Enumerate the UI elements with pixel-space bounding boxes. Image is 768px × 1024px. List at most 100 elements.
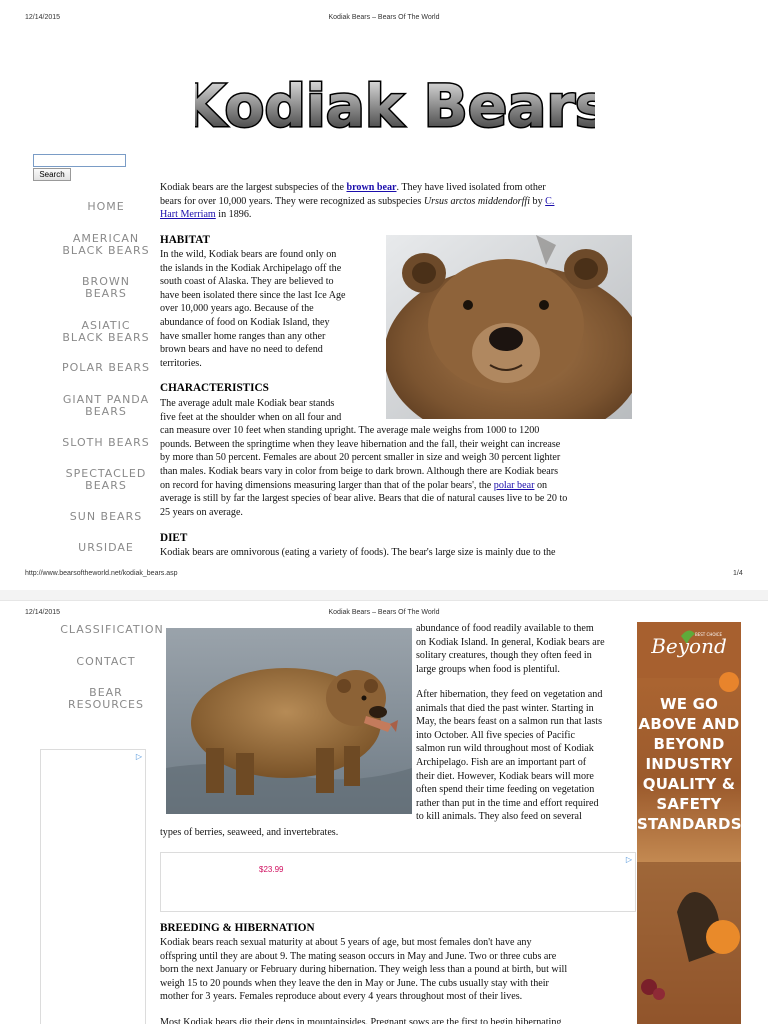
text-line: born the next January or February during… bbox=[160, 964, 568, 976]
nav-label-line: BEARS bbox=[85, 405, 127, 418]
nav-american-black-bears[interactable]: AMERICAN BLACK BEARS bbox=[55, 233, 157, 257]
text-line: to kill animals. They also feed on sever… bbox=[416, 811, 582, 823]
text-line: After hibernation, they feed on vegetati… bbox=[416, 689, 603, 700]
diet-paragraph-2: After hibernation, they feed on vegetati… bbox=[416, 688, 641, 824]
nav-home[interactable]: HOME bbox=[60, 201, 152, 213]
text-line: five feet at the shoulder when on all fo… bbox=[160, 411, 342, 423]
text-line: salmon run wild throughout most of Kodia… bbox=[416, 743, 594, 755]
ad-line: INDUSTRY bbox=[645, 755, 733, 773]
text-line: Kodiak bears reach sexual maturity at ab… bbox=[160, 937, 532, 948]
text-line: abundance of food on Kodiak Island, they bbox=[160, 316, 330, 328]
habitat-heading: HABITAT bbox=[160, 234, 210, 246]
text-line: animals that died the past winter. Start… bbox=[416, 702, 594, 714]
search-button[interactable]: Search bbox=[33, 168, 71, 181]
print-footer-page: 1/4 bbox=[733, 570, 743, 577]
ad-headline: WE GO ABOVE AND BEYOND INDUSTRY QUALITY … bbox=[637, 694, 741, 834]
text-line: offspring until they are about 9. The ma… bbox=[160, 950, 557, 962]
text-line: often spend their time feeding on vegeta… bbox=[416, 784, 595, 796]
pdf-page-2: 12/14/2015 Kodiak Bears – Bears Of The W… bbox=[0, 600, 768, 1024]
text-line: pounds. Between the springtime when they… bbox=[160, 438, 561, 450]
adchoices-icon[interactable]: ▷ bbox=[626, 855, 632, 864]
text-line: have smaller home ranges than any other bbox=[160, 330, 326, 342]
nav-label-line: BEARS bbox=[85, 479, 127, 492]
text-line: In the wild, Kodiak bears are found only… bbox=[160, 249, 337, 260]
text-line: 25 years on average. bbox=[160, 506, 243, 518]
nav-label-line: BLACK BEARS bbox=[62, 244, 150, 257]
ad-line: QUALITY & bbox=[642, 775, 736, 793]
nav-polar-bears[interactable]: POLAR BEARS bbox=[55, 362, 157, 374]
text-line: rather than put in the time and effort r… bbox=[416, 797, 599, 809]
logo-text: Kodiak Bears bbox=[195, 72, 595, 140]
nav-label-line: BEARS bbox=[85, 287, 127, 300]
ad-price[interactable]: $23.99 bbox=[259, 865, 283, 874]
nav-contact[interactable]: CONTACT bbox=[60, 656, 152, 668]
nav-classification[interactable]: CLASSIFICATION bbox=[52, 624, 172, 636]
breeding-heading: BREEDING & HIBERNATION bbox=[160, 922, 315, 934]
text-line: on Kodiak Island. In general, Kodiak bea… bbox=[416, 636, 605, 648]
nav-asiatic-black-bears[interactable]: ASIATIC BLACK BEARS bbox=[55, 320, 157, 344]
ad-brand: Beyond bbox=[651, 634, 727, 658]
text-line: have been isolated there since the last … bbox=[160, 289, 346, 301]
c-hart-merriam-link[interactable]: C. bbox=[545, 196, 554, 207]
nav-sloth-bears[interactable]: SLOTH BEARS bbox=[55, 437, 157, 449]
nav-ursidae[interactable]: URSIDAE bbox=[55, 542, 157, 554]
text-line: into October. All five species of Pacifi… bbox=[416, 729, 575, 741]
search-input[interactable] bbox=[33, 154, 126, 167]
text-line: abundance of food readily available to t… bbox=[416, 623, 594, 634]
habitat-paragraph: In the wild, Kodiak bears are found only… bbox=[160, 248, 385, 370]
characteristics-paragraph: The average adult male Kodiak bear stand… bbox=[160, 397, 640, 519]
text-line: solitary creatures, though they often fe… bbox=[416, 650, 592, 662]
kodiak-bears-logo: Kodiak Bears bbox=[195, 71, 595, 142]
polar-bear-link[interactable]: polar bear bbox=[494, 480, 535, 491]
ad-line: SAFETY bbox=[656, 795, 722, 813]
text-line: weigh 15 to 20 pounds when they leave th… bbox=[160, 977, 549, 989]
text-line: The average adult male Kodiak bear stand… bbox=[160, 398, 335, 409]
breeding-next-line: Most Kodiak bears dig their dens in moun… bbox=[160, 1017, 562, 1024]
ad-line: STANDARDS. bbox=[637, 815, 741, 833]
nav-label-line: RESOURCES bbox=[68, 698, 144, 711]
pdf-page-1: 12/14/2015 Kodiak Bears – Bears Of The W… bbox=[0, 0, 768, 590]
intro-line-2: bears for over 10,000 years. They were r… bbox=[160, 195, 555, 207]
breeding-paragraph: Kodiak bears reach sexual maturity at ab… bbox=[160, 936, 640, 1004]
text-line: south coast of Alaska. They are believed… bbox=[160, 276, 334, 288]
bear-with-fish-photo bbox=[166, 628, 412, 814]
beyond-skyscraper-ad[interactable]: BEST CHOICE Beyond WE GO ABOVE AND BEYON… bbox=[637, 622, 741, 1024]
text-line: can measure over 10 feet when standing u… bbox=[160, 425, 540, 437]
text-line: their diet. However, Kodiak bears will m… bbox=[416, 770, 594, 782]
ad-line: WE GO bbox=[659, 695, 719, 713]
diet-line-1: Kodiak bears are omnivorous (eating a va… bbox=[160, 547, 556, 558]
text-line: average is still by far the largest spec… bbox=[160, 493, 568, 505]
side-ad-box[interactable]: ▷ bbox=[40, 749, 146, 1024]
bear-face-photo bbox=[386, 235, 632, 419]
ad-line: ABOVE AND bbox=[638, 715, 740, 733]
c-hart-merriam-link-cont[interactable]: Hart Merriam bbox=[160, 209, 216, 220]
inline-ad-banner[interactable]: $23.99 ▷ bbox=[160, 852, 636, 912]
nav-spectacled-bears[interactable]: SPECTACLED BEARS bbox=[55, 468, 157, 492]
text-line: the islands in the Kodiak Archipelago of… bbox=[160, 262, 342, 274]
intro-paragraph: Kodiak bears are the largest subspecies … bbox=[160, 181, 620, 222]
text-line: Archipelago. Fish are an important part … bbox=[416, 756, 587, 768]
text-line: by more than 50 percent. Females are abo… bbox=[160, 452, 561, 464]
nav-sun-bears[interactable]: SUN BEARS bbox=[55, 511, 157, 523]
adchoices-icon[interactable]: ▷ bbox=[136, 752, 142, 761]
intro-line-3: Hart Merriam in 1896. bbox=[160, 209, 252, 221]
print-footer-url: http://www.bearsoftheworld.net/kodiak_be… bbox=[25, 570, 178, 577]
intro-line-1: Kodiak bears are the largest subspecies … bbox=[160, 182, 546, 193]
nav-bear-resources[interactable]: BEAR RESOURCES bbox=[55, 687, 157, 711]
brown-bear-link[interactable]: brown bear bbox=[346, 182, 396, 193]
text-line: territories. bbox=[160, 357, 202, 369]
text-line: brown bears and have no need to defend bbox=[160, 344, 323, 356]
print-title: Kodiak Bears – Bears Of The World bbox=[328, 609, 440, 616]
text-line: large groups when food is plentiful. bbox=[416, 663, 560, 675]
text-line: mother for 3 years. Females reproduce ab… bbox=[160, 991, 523, 1003]
text-line: on record for having dimensions measurin… bbox=[160, 479, 548, 491]
nav-brown-bears[interactable]: BROWN BEARS bbox=[60, 276, 152, 300]
nav-label-line: BLACK BEARS bbox=[62, 331, 150, 344]
text-line: over 10,000 years ago. Because of the bbox=[160, 303, 314, 315]
page-gap bbox=[0, 590, 768, 600]
diet-paragraph-1-cont: abundance of food readily available to t… bbox=[416, 622, 641, 676]
diet-last-line: types of berries, seaweed, and invertebr… bbox=[160, 827, 339, 838]
diet-heading: DIET bbox=[160, 532, 188, 544]
nav-giant-panda-bears[interactable]: GIANT PANDA BEARS bbox=[55, 394, 157, 418]
characteristics-heading: CHARACTERISTICS bbox=[160, 382, 269, 394]
